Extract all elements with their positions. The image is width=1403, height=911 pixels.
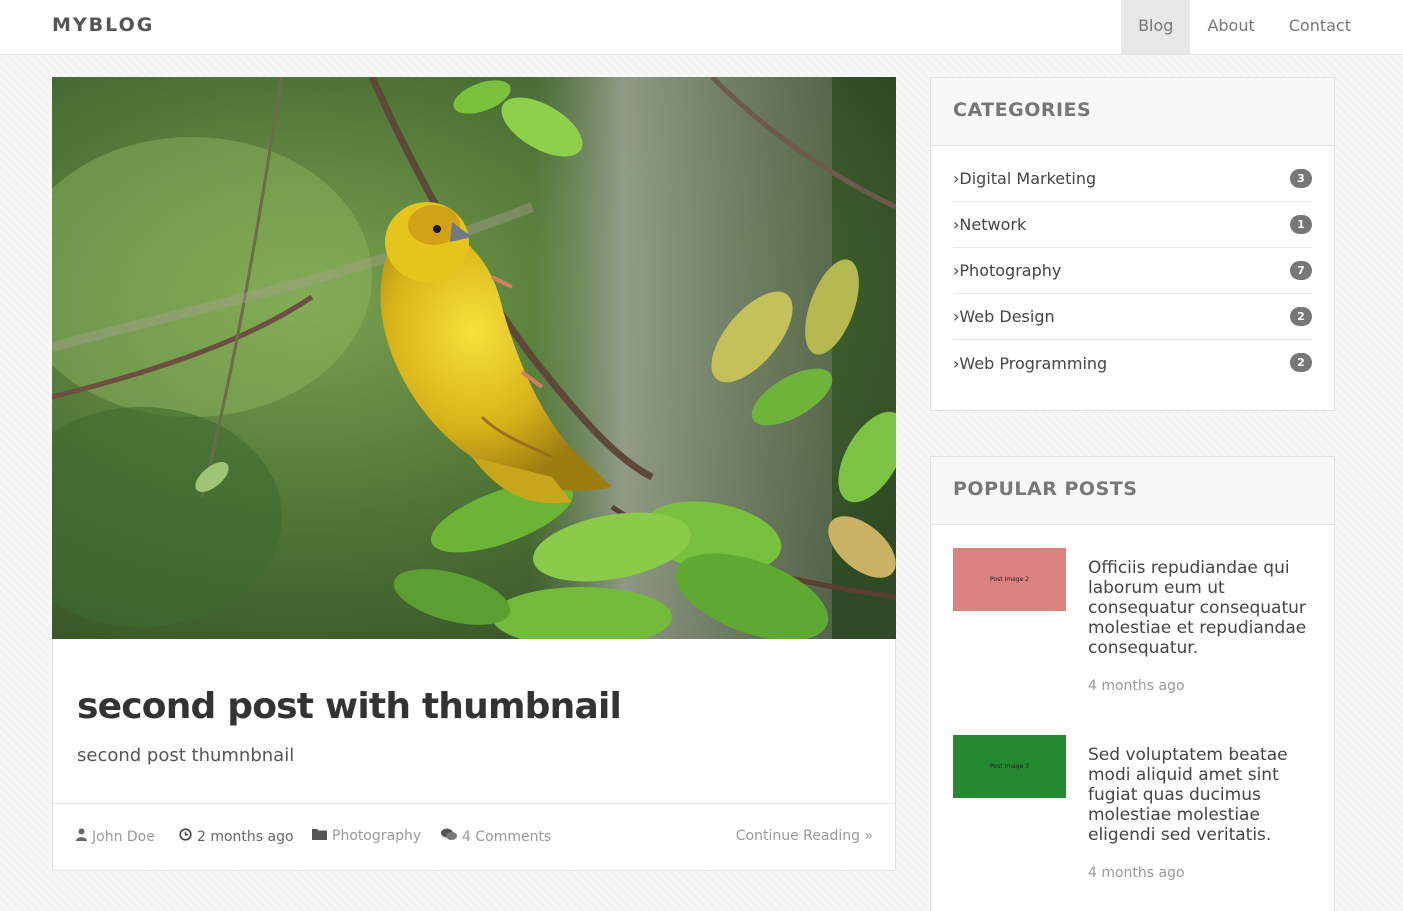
popular-post-date: 4 months ago (1088, 678, 1185, 694)
category-item[interactable]: ›Network 1 (953, 202, 1312, 248)
category-name[interactable]: ›Digital Marketing (953, 169, 1096, 188)
category-label: Web Design (959, 307, 1055, 326)
folder-icon (312, 828, 327, 844)
post-title[interactable]: second post with thumbnail (77, 686, 622, 727)
category-count-badge: 1 (1290, 215, 1312, 234)
categories-list: ›Digital Marketing 3 ›Network 1 ›Photogr… (931, 146, 1334, 386)
category-name[interactable]: ›Web Design (953, 307, 1055, 326)
category-item[interactable]: ›Web Programming 2 (953, 340, 1312, 386)
comments-link[interactable]: 4 Comments (462, 829, 551, 845)
author-link[interactable]: John Doe (92, 829, 155, 845)
popular-post-thumbnail[interactable]: Post Image 3 (953, 735, 1066, 798)
category-label: Digital Marketing (959, 169, 1097, 188)
post-comments: 4 Comments (441, 828, 551, 845)
category-name[interactable]: ›Photography (953, 261, 1061, 280)
comments-icon (441, 828, 457, 845)
popular-post-title[interactable]: Sed voluptatem beatae modi aliquid amet … (1088, 745, 1313, 845)
category-label: Photography (959, 261, 1062, 280)
brand-logo[interactable]: MYBLOG (52, 14, 154, 36)
popular-post-item: Post Image 2 Officiis repudiandae qui la… (953, 548, 1313, 698)
thumbnail-label: Post Image 3 (990, 763, 1029, 770)
post-meta-bar: John Doe 2 months ago Photography 4 Comm… (53, 803, 895, 870)
popular-post-thumbnail[interactable]: Post Image 2 (953, 548, 1066, 611)
category-label: Web Programming (959, 353, 1108, 373)
category-count-badge: 2 (1290, 353, 1312, 372)
nav-link-blog[interactable]: Blog (1121, 0, 1191, 54)
post-excerpt: second post thumnbnail (77, 745, 295, 766)
categories-heading: CATEGORIES (931, 78, 1334, 146)
clock-icon (179, 828, 192, 845)
categories-panel: CATEGORIES ›Digital Marketing 3 ›Network… (930, 77, 1335, 411)
continue-reading-link[interactable]: Continue Reading » (736, 828, 873, 844)
category-item[interactable]: ›Digital Marketing 3 (953, 156, 1312, 202)
post-thumbnail-image[interactable] (52, 77, 896, 639)
post-category: Photography (312, 828, 421, 844)
post-card: second post with thumbnail second post t… (52, 77, 896, 871)
category-label: Network (959, 215, 1027, 234)
navbar: MYBLOG Blog About Contact (0, 0, 1403, 55)
category-link[interactable]: Photography (332, 828, 421, 844)
nav-link-about[interactable]: About (1190, 0, 1271, 54)
category-name[interactable]: ›Network (953, 215, 1026, 234)
popular-post-date: 4 months ago (1088, 865, 1185, 881)
category-item[interactable]: ›Photography 7 (953, 248, 1312, 294)
nav-links: Blog About Contact (1121, 0, 1351, 54)
popular-posts-panel: POPULAR POSTS Post Image 2 Officiis repu… (930, 456, 1335, 911)
nav-link-contact[interactable]: Contact (1272, 0, 1351, 54)
popular-post-item: Post Image 3 Sed voluptatem beatae modi … (953, 735, 1313, 885)
popular-post-title[interactable]: Officiis repudiandae qui laborum eum ut … (1088, 558, 1313, 658)
category-name[interactable]: ›Web Programming (953, 354, 1107, 373)
popular-posts-heading: POPULAR POSTS (931, 457, 1334, 525)
user-icon (76, 828, 87, 845)
category-count-badge: 2 (1290, 307, 1312, 326)
bird-photo (52, 77, 896, 639)
category-item[interactable]: ›Web Design 2 (953, 294, 1312, 340)
post-time-text: 2 months ago (197, 828, 294, 845)
thumbnail-label: Post Image 2 (990, 576, 1029, 583)
category-count-badge: 7 (1290, 261, 1312, 280)
post-author: John Doe (76, 828, 155, 845)
category-count-badge: 3 (1290, 169, 1312, 188)
post-time: 2 months ago (179, 828, 294, 845)
